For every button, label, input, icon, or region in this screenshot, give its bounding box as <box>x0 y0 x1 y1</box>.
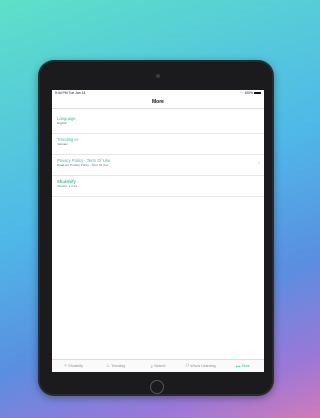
status-time: 9:44 PM Tue Jan 14 <box>55 91 86 95</box>
tab-label: Shuishify <box>68 364 83 368</box>
privacy-policy-subtitle: Read our Privacy Policy - Term Of Use <box>57 163 109 167</box>
tab-more[interactable]: ••• More <box>222 364 264 369</box>
camera-icon <box>156 74 160 78</box>
privacy-policy-row[interactable]: Privacy Policy - Term Of Use Read our Pr… <box>52 155 264 176</box>
app-screen: 9:44 PM Tue Jan 14 ◠ 100% More Language … <box>52 90 264 372</box>
battery-icon <box>254 91 261 95</box>
chevron-right-icon: › <box>258 161 260 167</box>
search-icon: ⌕ <box>150 363 154 369</box>
app-version-row: Shuishify Version: 1.1.21 <box>52 176 264 197</box>
tab-label: Search <box>154 364 166 368</box>
settings-list: Language English Trending in Vietnam Pri… <box>52 109 264 197</box>
people-icon: ⚇ <box>185 363 190 368</box>
tab-trending[interactable]: ♨ Trending <box>94 363 136 369</box>
tab-label: Who's Listening <box>190 364 216 368</box>
language-value: English <box>57 121 67 125</box>
tab-shuishify[interactable]: ✧ Shuishify <box>52 363 94 369</box>
ellipsis-icon: ••• <box>235 363 241 369</box>
tab-label: More <box>241 364 250 368</box>
wifi-icon: ◠ <box>240 91 244 95</box>
trending-in-row[interactable]: Trending in Vietnam <box>52 134 264 155</box>
sparkle-icon: ✧ <box>63 363 68 368</box>
nav-bar: More <box>52 96 264 109</box>
battery-percent: 100% <box>244 91 253 95</box>
tab-search[interactable]: ⌕ Search <box>137 364 179 369</box>
status-right: ◠ 100% <box>240 91 261 95</box>
tab-whos-listening[interactable]: ⚇ Who's Listening <box>179 363 221 369</box>
page-title: More <box>152 99 164 105</box>
ipad-frame: 9:44 PM Tue Jan 14 ◠ 100% More Language … <box>38 60 274 396</box>
tab-label: Trending <box>111 364 126 368</box>
tab-bar: ✧ Shuishify ♨ Trending ⌕ Search ⚇ Who's … <box>52 359 264 372</box>
app-version: Version: 1.1.21 <box>57 184 78 188</box>
ipad-bezel: 9:44 PM Tue Jan 14 ◠ 100% More Language … <box>40 62 272 394</box>
home-button[interactable] <box>150 380 164 394</box>
language-row[interactable]: Language English <box>52 113 264 134</box>
flame-icon: ♨ <box>106 363 111 368</box>
trending-in-value: Vietnam <box>57 142 68 146</box>
